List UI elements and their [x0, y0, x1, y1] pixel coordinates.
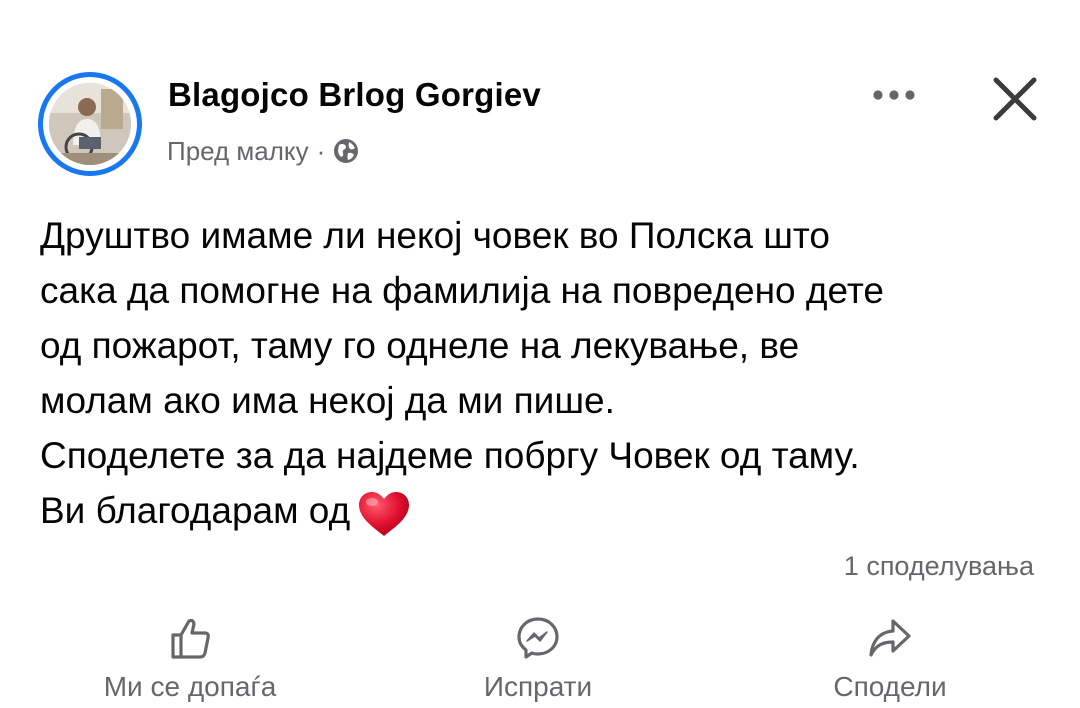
send-button[interactable]: Испрати: [408, 615, 668, 708]
post-header: Blagojco Brlog Gorgiev Пред малку ·: [0, 0, 1080, 200]
post-text-line: Ви благодарам од: [40, 490, 351, 531]
more-options-button[interactable]: [864, 78, 924, 112]
share-count[interactable]: 1 споделувања: [844, 551, 1034, 582]
thumbs-up-icon: [171, 618, 210, 659]
like-label: Ми се допаѓа: [103, 671, 277, 702]
post-text-line: од пожарот, таму го однеле на лекување, …: [40, 325, 800, 366]
post-meta: Пред малку ·: [167, 134, 359, 168]
close-icon: [993, 77, 1037, 121]
red-heart-icon: [359, 492, 410, 536]
action-bar: Ми се допаѓа Испрати Сподели: [0, 615, 1080, 708]
more-dots-icon: [873, 90, 915, 100]
messenger-icon: [517, 617, 559, 659]
post-text-line-last: Ви благодарам од: [40, 483, 1050, 539]
profile-avatar[interactable]: [38, 72, 142, 176]
like-button[interactable]: Ми се допаѓа: [60, 615, 320, 708]
share-button[interactable]: Сподели: [760, 615, 1020, 708]
close-button[interactable]: [986, 70, 1044, 128]
share-label: Сподели: [833, 671, 947, 702]
share-arrow-icon: [869, 619, 911, 657]
send-label: Испрати: [483, 671, 593, 702]
author-name[interactable]: Blagojco Brlog Gorgiev: [168, 76, 541, 114]
meta-separator: ·: [316, 135, 326, 166]
post-time[interactable]: Пред малку: [167, 136, 309, 167]
post-text-line: сака да помогне на фамилија на повредено…: [40, 270, 884, 311]
avatar-photo: [49, 83, 131, 165]
post-text-line: Друштво имаме ли некој човек во Полска ш…: [40, 215, 830, 256]
post-text-line: молам ако има некој да ми пише.: [40, 380, 615, 421]
post-text: Друштво имаме ли некој човек во Полска ш…: [40, 208, 1050, 539]
globe-icon: [334, 139, 359, 163]
post-text-line: Споделете за да најдеме побргу Човек од …: [40, 435, 860, 476]
